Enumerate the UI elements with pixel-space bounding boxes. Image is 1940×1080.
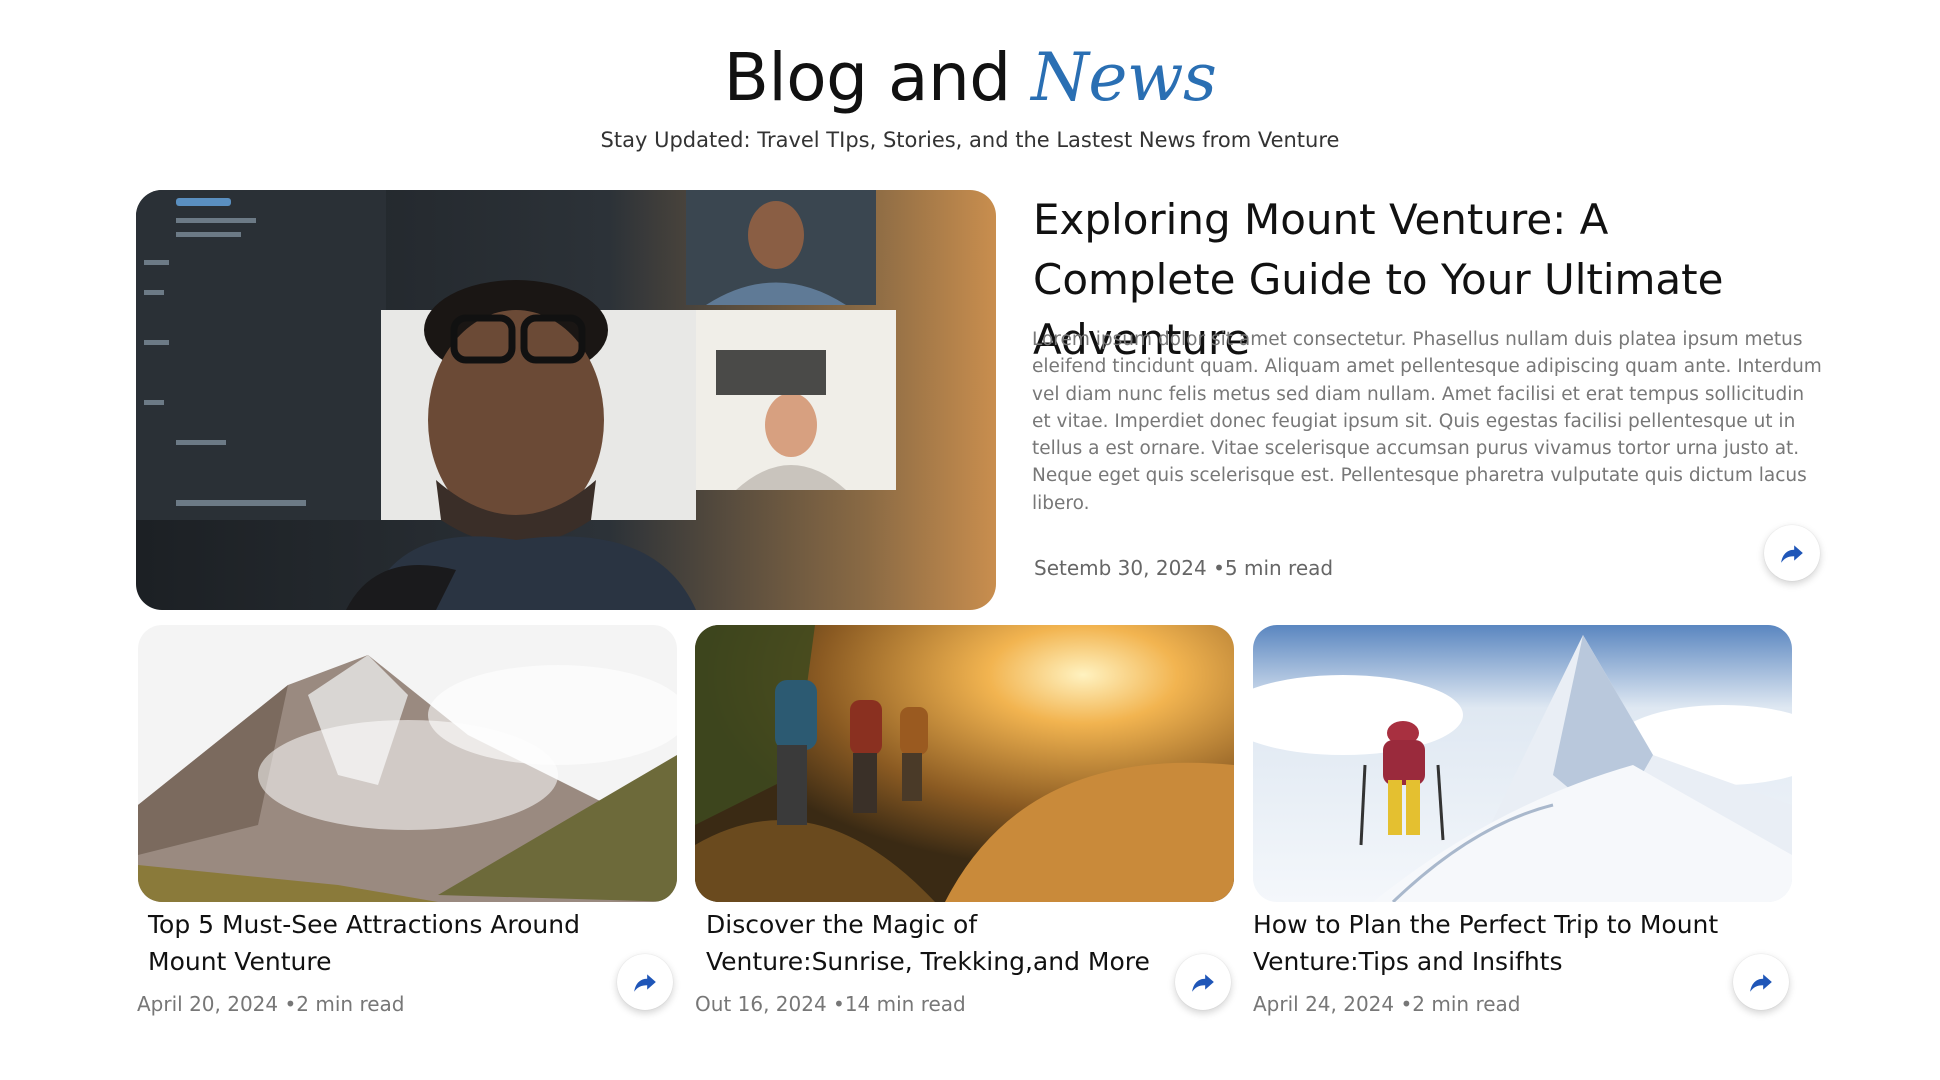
share-icon [1781, 545, 1803, 563]
card-meta-2: Out 16, 2024 •14 min read [695, 992, 966, 1016]
card-title-2[interactable]: Discover the Magic of Venture:Sunrise, T… [706, 906, 1176, 980]
card-image-3[interactable] [1253, 625, 1792, 902]
page-title: Blog and News [0, 38, 1940, 118]
title-accent: News [1031, 39, 1217, 116]
card-meta-3: April 24, 2024 •2 min read [1253, 992, 1521, 1016]
share-icon [1750, 974, 1772, 992]
card-share-button-3[interactable] [1733, 954, 1789, 1010]
featured-meta: Setemb 30, 2024 •5 min read [1034, 556, 1334, 580]
card-title-1[interactable]: Top 5 Must-See Attractions Around Mount … [148, 906, 618, 980]
title-main: Blog and [723, 39, 1012, 116]
card-image-1[interactable] [138, 625, 677, 902]
card-share-button-2[interactable] [1175, 954, 1231, 1010]
card-title-3[interactable]: How to Plan the Perfect Trip to Mount Ve… [1253, 906, 1723, 980]
featured-image[interactable] [136, 190, 996, 610]
share-icon [1192, 974, 1214, 992]
featured-share-button[interactable] [1764, 525, 1820, 581]
card-image-2[interactable] [695, 625, 1234, 902]
card-share-button-1[interactable] [617, 954, 673, 1010]
card-meta-1: April 20, 2024 •2 min read [137, 992, 405, 1016]
share-icon [634, 974, 656, 992]
page-header: Blog and News Stay Updated: Travel TIps,… [0, 38, 1940, 152]
page-subtitle: Stay Updated: Travel TIps, Stories, and … [600, 128, 1340, 152]
featured-excerpt: Lorem ipsum dolor sit amet consectetur. … [1032, 329, 1822, 514]
